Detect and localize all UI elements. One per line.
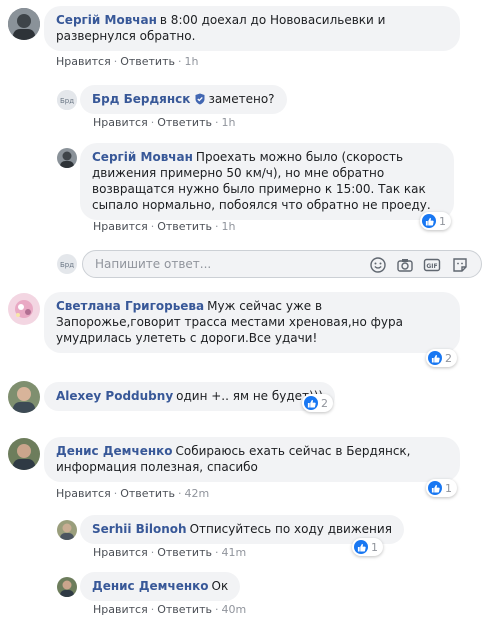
reaction-count[interactable]: 1: [420, 212, 451, 230]
comment-time[interactable]: 1h: [221, 220, 235, 233]
comment: Сергій Мовчан в 8:00 доехал до Нововасиль…: [0, 0, 500, 75]
comment-text: один +.. ям не будет))): [176, 389, 324, 403]
comment-bubble: Alexey Poddubny один +.. ям не будет))): [44, 382, 336, 411]
reaction-count[interactable]: 1: [426, 479, 457, 497]
like-icon: [304, 396, 318, 410]
reaction-count-number: 2: [445, 351, 452, 365]
reaction-count-number: 1: [371, 540, 378, 554]
avatar[interactable]: [57, 577, 77, 597]
like-link[interactable]: Нравится: [93, 220, 148, 233]
reaction-count[interactable]: 2: [426, 349, 457, 367]
reaction-count-number: 1: [445, 481, 452, 495]
comment-actions: Нравится · Ответить · 41m: [93, 546, 247, 559]
like-icon: [422, 214, 436, 228]
comment-time[interactable]: 40m: [221, 603, 246, 616]
comment-actions: Нравится · Ответить · 40m: [93, 603, 247, 616]
comment-author[interactable]: Денис Демченко: [56, 444, 173, 458]
comment-actions: Нравится · Ответить · 1h: [56, 55, 199, 68]
comment-author[interactable]: Сергій Мовчан: [92, 150, 193, 164]
svg-text:Брд: Брд: [60, 97, 74, 105]
reaction-count[interactable]: 1: [352, 538, 383, 556]
comment-author[interactable]: Сергій Мовчан: [56, 13, 157, 27]
reply-link[interactable]: Ответить: [120, 487, 175, 500]
comment-actions: Нравится · Ответить · 1h: [93, 116, 236, 129]
comment-time[interactable]: 42m: [184, 487, 209, 500]
avatar[interactable]: [8, 438, 40, 470]
svg-text:GIF: GIF: [426, 263, 437, 270]
reaction-count-number: 1: [439, 214, 446, 228]
comment-time[interactable]: 1h: [184, 55, 198, 68]
reply-link[interactable]: Ответить: [157, 546, 212, 559]
like-icon: [354, 540, 368, 554]
reply-link[interactable]: Ответить: [120, 55, 175, 68]
comment-bubble: Брд Бердянск заметено?: [80, 85, 287, 114]
comment-author[interactable]: Serhii Bilonoh: [92, 522, 187, 536]
comment-bubble: Сергій Мовчан Проехать можно было (скорос…: [80, 143, 454, 220]
avatar[interactable]: [8, 293, 40, 325]
reaction-count[interactable]: 2: [302, 394, 333, 412]
avatar[interactable]: Брд: [57, 90, 77, 110]
gif-icon[interactable]: GIF: [423, 256, 441, 274]
sticker-icon[interactable]: [451, 256, 469, 274]
verified-badge-icon: [195, 93, 205, 105]
comment-author[interactable]: Денис Демченко: [92, 579, 209, 593]
comment-actions: Нравится · Ответить · 1h: [93, 220, 236, 233]
comment-author[interactable]: Светлана Григорьева: [56, 299, 204, 313]
camera-icon[interactable]: [396, 256, 414, 274]
comment-time[interactable]: 1h: [221, 116, 235, 129]
like-link[interactable]: Нравится: [93, 546, 148, 559]
emoji-icon[interactable]: [369, 256, 387, 274]
like-link[interactable]: Нравится: [93, 603, 148, 616]
svg-text:Брд: Брд: [60, 261, 74, 269]
reply-input[interactable]: Напишите ответ...: [95, 257, 211, 271]
comment-bubble: Денис Демченко Собираюсь ехать сейчас в Б…: [44, 437, 460, 482]
comment-text: заметено?: [208, 92, 275, 106]
comment-text: Ок: [211, 579, 229, 593]
like-link[interactable]: Нравится: [56, 487, 111, 500]
comment-text: Отписуйтесь по ходу движения: [189, 522, 392, 536]
reply-link[interactable]: Ответить: [157, 603, 212, 616]
avatar[interactable]: [57, 520, 77, 540]
reply-link[interactable]: Ответить: [157, 220, 212, 233]
avatar[interactable]: [57, 148, 77, 168]
comment-author[interactable]: Alexey Poddubny: [56, 389, 173, 403]
reply-box[interactable]: Напишите ответ... GIF: [82, 250, 482, 278]
comment-bubble: Сергій Мовчан в 8:00 доехал до Нововасиль…: [44, 6, 460, 51]
comment-bubble: Денис Демченко Ок: [80, 572, 241, 601]
comment-author[interactable]: Брд Бердянск: [92, 92, 190, 106]
reply-link[interactable]: Ответить: [157, 116, 212, 129]
like-icon: [428, 351, 442, 365]
like-link[interactable]: Нравится: [56, 55, 111, 68]
like-link[interactable]: Нравится: [93, 116, 148, 129]
comment-actions: Нравится · Ответить · 42m: [56, 487, 210, 500]
reaction-count-number: 2: [321, 396, 328, 410]
reply-avatar: Брд: [57, 254, 77, 274]
comment-time[interactable]: 41m: [221, 546, 246, 559]
comment-bubble: Светлана Григорьева Муж сейчас уже в Запо…: [44, 292, 460, 353]
avatar[interactable]: [8, 8, 40, 40]
avatar[interactable]: [8, 381, 40, 413]
like-icon: [428, 481, 442, 495]
